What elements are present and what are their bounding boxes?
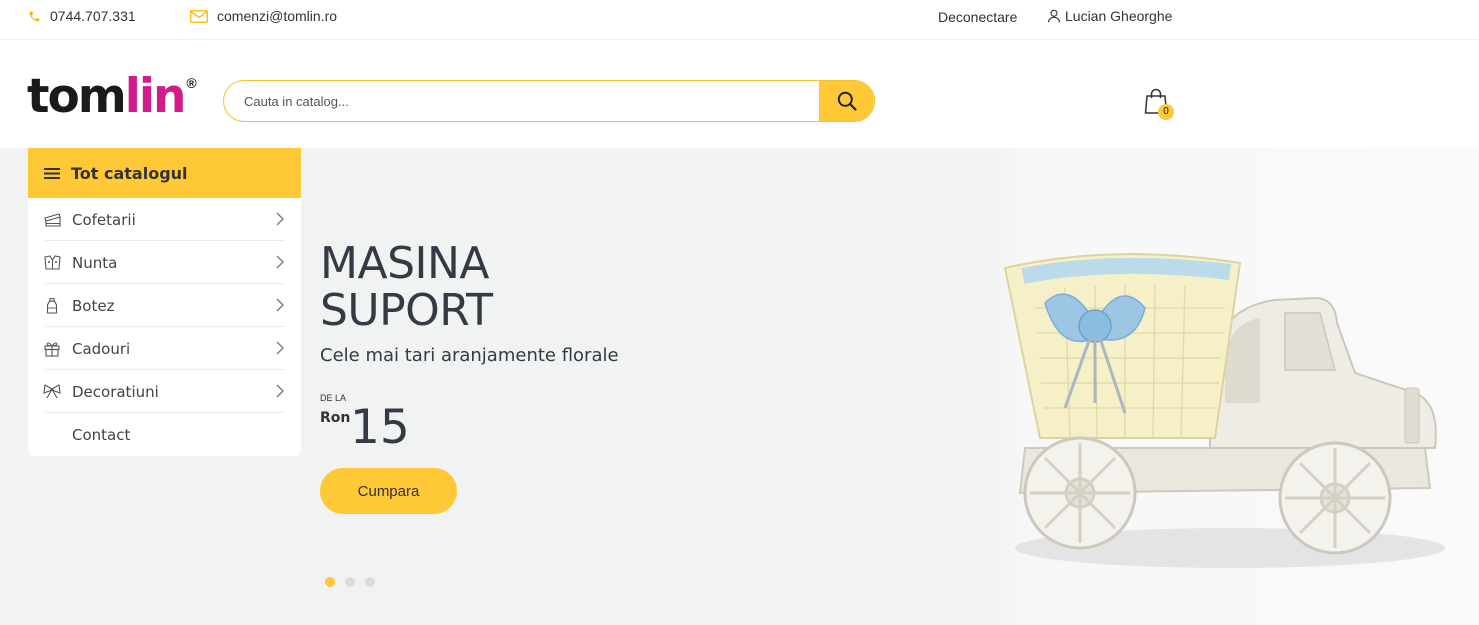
phone-icon xyxy=(29,11,40,21)
cake-icon xyxy=(43,211,61,229)
mail-icon xyxy=(190,9,208,23)
chevron-right-icon xyxy=(276,255,284,269)
hamburger-icon xyxy=(44,167,60,179)
logo-text-pink: lin xyxy=(124,69,187,124)
user-account-link[interactable]: Lucian Gheorghe xyxy=(1047,7,1172,25)
hero-title: MASINA SUPORT xyxy=(320,240,493,334)
user-name: Lucian Gheorghe xyxy=(1065,8,1173,24)
wedding-icon xyxy=(43,254,61,272)
search-icon xyxy=(837,91,857,111)
category-menu: Tot catalogul Cofetarii Nunta Botez Cado… xyxy=(28,148,301,456)
site-logo[interactable]: tom lin ® xyxy=(27,73,197,123)
top-bar: 0744.707.331 comenzi@tomlin.ro Deconecta… xyxy=(0,0,1479,40)
cart-button[interactable]: 0 xyxy=(1144,88,1174,120)
search-button[interactable] xyxy=(819,81,874,121)
category-item-botez[interactable]: Botez xyxy=(28,284,301,327)
chevron-right-icon xyxy=(276,298,284,312)
category-item-cadouri[interactable]: Cadouri xyxy=(28,327,301,370)
product-image xyxy=(985,148,1479,625)
category-item-contact[interactable]: Contact xyxy=(28,413,301,456)
search-bar xyxy=(223,80,875,122)
gift-icon xyxy=(43,340,61,358)
category-label: Nunta xyxy=(72,253,118,272)
search-input[interactable] xyxy=(224,81,819,121)
category-menu-toggle[interactable]: Tot catalogul xyxy=(28,148,301,198)
slider-dot-2[interactable] xyxy=(345,577,355,587)
category-label: Contact xyxy=(72,425,131,444)
price-currency: Ron xyxy=(320,410,351,426)
chevron-right-icon xyxy=(276,212,284,226)
category-label: Botez xyxy=(72,296,115,315)
email-address: comenzi@tomlin.ro xyxy=(217,8,338,24)
category-label: Cofetarii xyxy=(72,210,136,229)
phone-number: 0744.707.331 xyxy=(50,8,136,24)
buy-button[interactable]: Cumpara xyxy=(320,468,457,514)
logo-text-dark: tom xyxy=(27,69,127,124)
price-from-label: DE LA xyxy=(320,393,347,403)
category-item-cofetarii[interactable]: Cofetarii xyxy=(28,198,301,241)
logout-link[interactable]: Deconectare xyxy=(938,8,1017,26)
category-item-decoratiuni[interactable]: Decoratiuni xyxy=(28,370,301,413)
slider-dot-1[interactable] xyxy=(325,577,335,587)
price-value: 15 xyxy=(350,400,410,455)
category-label: Cadouri xyxy=(72,339,131,358)
user-icon xyxy=(1047,9,1061,23)
email-contact[interactable]: comenzi@tomlin.ro xyxy=(190,7,337,25)
chevron-right-icon xyxy=(276,384,284,398)
category-label: Decoratiuni xyxy=(72,382,159,401)
logo-registered-mark: ® xyxy=(186,75,197,91)
cart-count-badge: 0 xyxy=(1158,104,1174,120)
phone-contact[interactable]: 0744.707.331 xyxy=(28,7,136,25)
slider-dot-3[interactable] xyxy=(365,577,375,587)
hero-title-line-2: SUPORT xyxy=(320,285,493,336)
slider-pagination xyxy=(325,577,375,587)
bottle-icon xyxy=(43,297,61,315)
hero-title-line-1: MASINA xyxy=(320,238,489,289)
chevron-right-icon xyxy=(276,341,284,355)
category-item-nunta[interactable]: Nunta xyxy=(28,241,301,284)
category-menu-title: Tot catalogul xyxy=(71,163,188,183)
header: tom lin ® 0 xyxy=(0,40,1479,148)
hero-subtitle: Cele mai tari aranjamente florale xyxy=(320,345,619,366)
bow-icon xyxy=(43,383,61,401)
category-list: Cofetarii Nunta Botez Cadouri Decoratiun… xyxy=(28,198,301,456)
toy-truck-basket-illustration xyxy=(1003,253,1445,568)
